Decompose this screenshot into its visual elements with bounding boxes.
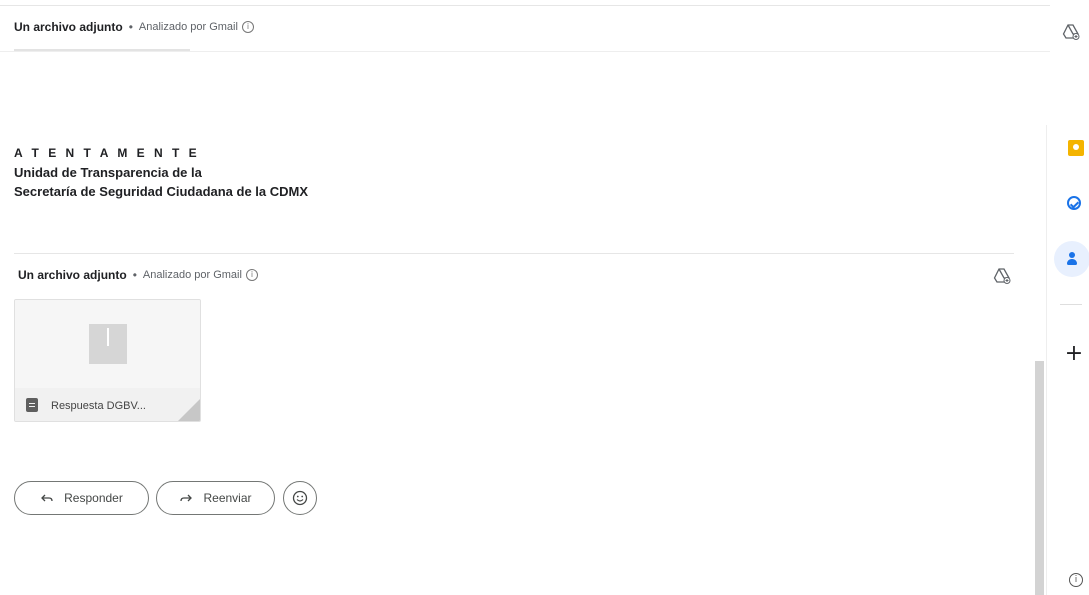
contacts-icon [1065,252,1079,266]
plus-icon: + [1064,341,1084,366]
add-to-drive-icon[interactable] [1062,22,1080,40]
emoji-reaction-button[interactable] [283,481,317,515]
email-page: Un archivo adjunto • Analizado por Gmail… [0,0,1089,595]
signature-organization: Secretaría de Seguridad Ciudadana de la … [14,184,309,199]
contacts-button[interactable] [1054,241,1089,277]
page-fold-icon [178,399,200,421]
email-signature: A T E N T A M E N T E Unidad de Transpar… [14,144,308,201]
info-icon[interactable]: i [241,21,254,33]
scanned-by-gmail-label: Analizado por Gmail [138,21,238,33]
scanned-by-gmail-label: Analizado por Gmail [142,269,242,281]
attachment-file-name: Respuesta DGBV... [51,400,146,412]
attachment-count-label: Un archivo adjunto [14,20,123,34]
add-to-drive-icon[interactable] [993,266,1011,284]
emoji-icon [292,490,308,506]
separator-dot: • [132,268,137,282]
info-icon[interactable]: i [1069,573,1083,587]
signature-closing: A T E N T A M E N T E [14,146,200,160]
reply-icon [40,491,54,505]
forward-button[interactable]: Reenviar [156,481,275,515]
side-panel-divider [1060,304,1082,305]
document-icon [26,398,38,412]
keep-button[interactable] [1062,134,1089,162]
top-attachment-header: Un archivo adjunto • Analizado por Gmail… [14,20,254,34]
forward-label: Reenviar [203,491,252,505]
get-addons-button[interactable]: + [1060,340,1088,368]
attachment-card[interactable]: Respuesta DGBV... [14,299,201,422]
attachment-count-label: Un archivo adjunto [18,268,127,282]
attachment-card-edge [14,49,190,51]
reply-button[interactable]: Responder [14,481,149,515]
reply-label: Responder [64,491,123,505]
forward-icon [179,491,193,505]
tasks-button[interactable] [1060,189,1088,217]
tasks-icon [1067,196,1081,210]
attachments-divider [14,253,1014,254]
file-placeholder-mark [107,328,109,346]
attachment-preview [15,300,200,388]
top-divider [0,5,1050,6]
signature-unit: Unidad de Transparencia de la [14,165,202,180]
divider [0,51,1050,52]
separator-dot: • [128,20,133,34]
info-icon[interactable]: i [245,269,258,281]
keep-icon [1068,140,1084,156]
attachment-header: Un archivo adjunto • Analizado por Gmail… [18,268,258,282]
scrollbar-thumb[interactable] [1035,361,1044,595]
